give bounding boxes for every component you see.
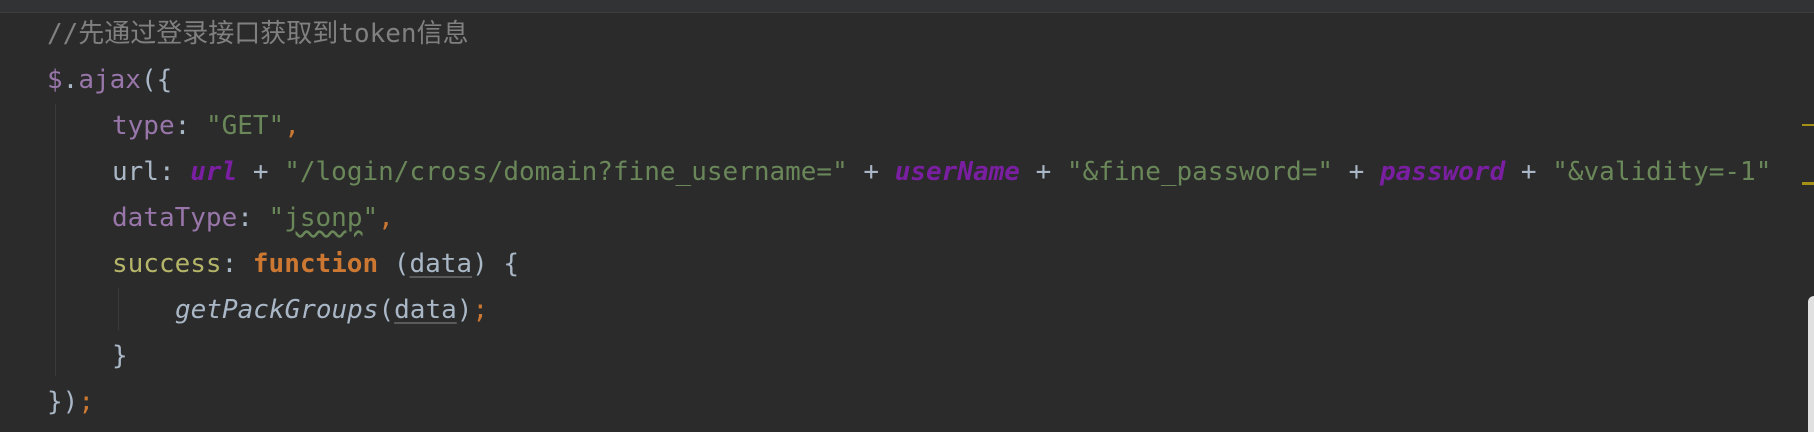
code-line-comment[interactable]: //先通过登录接口获取到token信息 bbox=[47, 14, 1787, 54]
argument-data: data bbox=[394, 295, 457, 325]
jquery-symbol: $ bbox=[47, 65, 63, 95]
open-paren: ( bbox=[393, 249, 410, 279]
parameter-data: data bbox=[409, 249, 473, 279]
semicolon: ; bbox=[78, 387, 94, 417]
quote-close: " bbox=[362, 203, 379, 233]
property-key-type: type bbox=[112, 111, 175, 141]
colon: : bbox=[221, 249, 253, 279]
vertical-scrollbar[interactable] bbox=[1808, 296, 1814, 432]
code-line-success[interactable]: success: function (data) { bbox=[112, 244, 1814, 284]
dot: . bbox=[62, 65, 79, 95]
code-line-datatype[interactable]: dataType: "jsonp", bbox=[112, 198, 1814, 238]
code-line-ajax-call[interactable]: $.ajax({ bbox=[47, 60, 1787, 100]
open-paren-brace: ({ bbox=[140, 65, 173, 95]
variable-url: url bbox=[190, 157, 238, 187]
property-key-success: success bbox=[112, 249, 222, 279]
close-brace-paren: }) bbox=[47, 387, 79, 417]
keyword-function: function bbox=[252, 249, 379, 279]
plus-operator: + bbox=[237, 157, 285, 187]
code-line-close-call[interactable]: }); bbox=[47, 382, 1787, 422]
code-editor[interactable]: //先通过登录接口获取到token信息 $.ajax({ type: "GET"… bbox=[0, 0, 1814, 432]
close-brace: } bbox=[112, 341, 128, 371]
gutter-marker bbox=[1802, 182, 1814, 185]
code-line-close-brace[interactable]: } bbox=[112, 336, 1814, 376]
close-paren: ) bbox=[456, 295, 473, 325]
code-line-type[interactable]: type: "GET", bbox=[112, 106, 1814, 146]
code-line-url[interactable]: url: url + "/login/cross/domain?fine_use… bbox=[112, 152, 1814, 192]
gutter-marker bbox=[1802, 124, 1814, 126]
quote-open: " bbox=[268, 203, 285, 233]
semicolon: ; bbox=[472, 295, 489, 325]
colon: : bbox=[158, 157, 191, 187]
string-password-param: "&fine_password=" bbox=[1066, 157, 1334, 187]
string-login-path: "/login/cross/domain?fine_username=" bbox=[284, 157, 848, 187]
property-key-datatype: dataType bbox=[112, 203, 238, 233]
comma: , bbox=[378, 203, 394, 233]
variable-password: password bbox=[1380, 157, 1506, 187]
colon: : bbox=[174, 111, 206, 141]
code-line-function-call[interactable]: getPackGroups(data); bbox=[175, 290, 1814, 330]
editor-tab-strip bbox=[0, 0, 1814, 13]
plus-operator: + bbox=[1505, 157, 1553, 187]
function-getpackgroups: getPackGroups bbox=[175, 295, 379, 325]
property-key-url: url bbox=[112, 157, 159, 187]
string-validity-param: "&validity=-1" bbox=[1552, 157, 1772, 187]
plus-operator: + bbox=[847, 157, 895, 187]
plus-operator: + bbox=[1019, 157, 1067, 187]
string-value-get: "GET" bbox=[205, 111, 285, 141]
ajax-method: ajax bbox=[78, 65, 141, 95]
string-value-jsonp: jsonp bbox=[284, 203, 363, 233]
comment-text: //先通过登录接口获取到token信息 bbox=[47, 19, 469, 49]
plus-operator: + bbox=[1333, 157, 1380, 187]
comma: , bbox=[284, 111, 300, 141]
open-paren: ( bbox=[378, 295, 395, 325]
close-paren-brace: ) { bbox=[472, 249, 520, 279]
variable-username: userName bbox=[894, 157, 1020, 187]
indent-guide bbox=[55, 104, 56, 376]
indent-guide bbox=[118, 288, 119, 330]
colon: : bbox=[237, 203, 269, 233]
